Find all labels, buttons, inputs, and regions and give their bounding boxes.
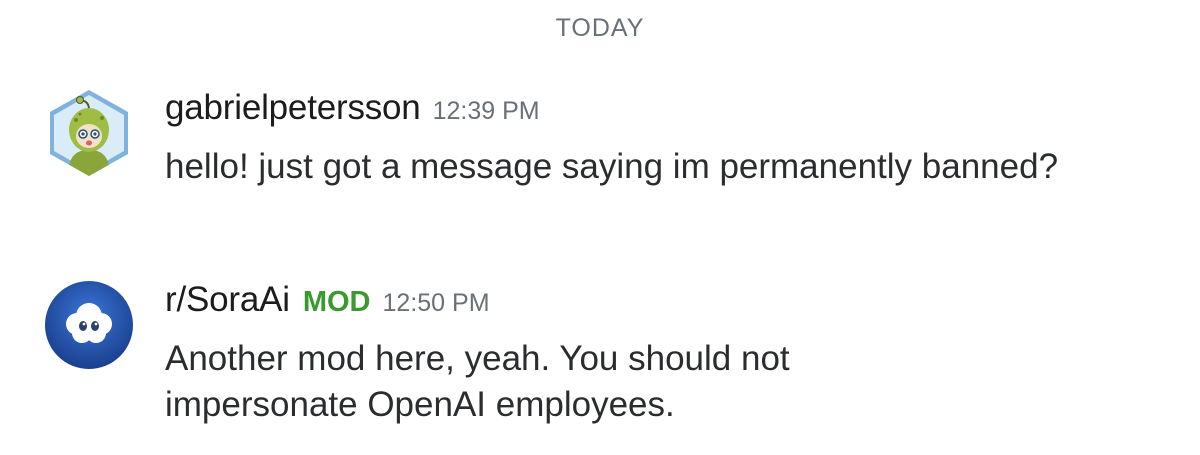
timestamp: 12:50 PM — [382, 289, 490, 317]
snoo-avatar-icon — [50, 90, 128, 176]
timestamp: 12:39 PM — [432, 97, 540, 125]
mod-badge: MOD — [302, 286, 371, 318]
message-text: hello! just got a message saying im perm… — [165, 147, 1059, 186]
cloud-face-icon — [45, 281, 133, 369]
subreddit-name[interactable]: r/SoraAi — [165, 280, 290, 320]
username[interactable]: gabrielpetersson — [165, 88, 421, 128]
message-text: Another mod here, yeah. You should not i… — [165, 339, 790, 424]
subreddit-avatar[interactable] — [44, 280, 134, 370]
day-divider: TODAY — [555, 14, 645, 42]
user-avatar[interactable] — [44, 88, 134, 178]
